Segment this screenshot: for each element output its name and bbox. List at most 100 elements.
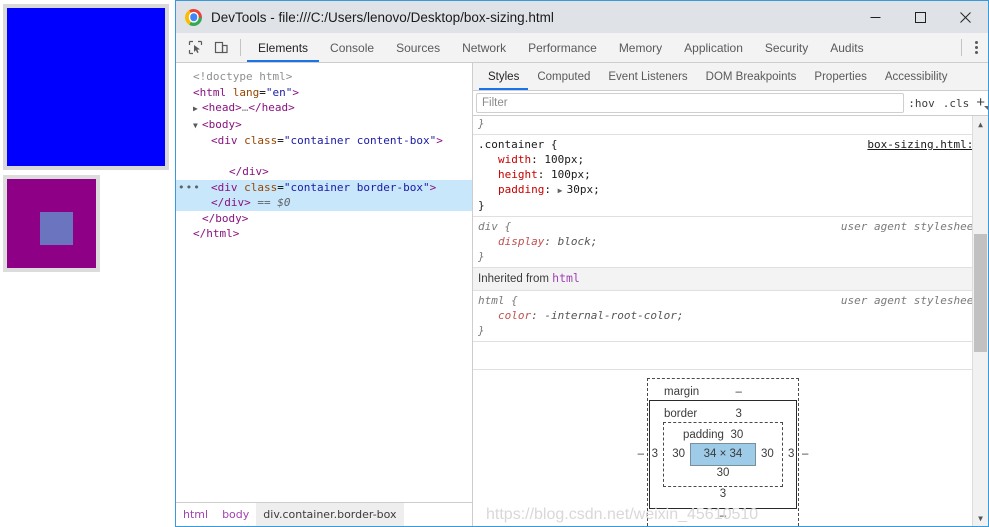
style-declaration-display: display: block; <box>498 235 598 248</box>
tab-elements[interactable]: Elements <box>247 33 320 62</box>
maximize-button[interactable] <box>898 1 943 33</box>
dom-node-line[interactable]: </div> <box>176 164 472 180</box>
tab-event-listeners[interactable]: Event Listeners <box>599 63 696 90</box>
style-declaration-width[interactable]: width: 100px; <box>478 152 988 167</box>
collapsed-children-marker[interactable]: ••• <box>178 180 201 196</box>
style-rule-div-ua: user agent stylesheet div { display: blo… <box>473 217 988 268</box>
dom-node-line[interactable]: <div class="container content-box"> <box>176 133 472 149</box>
tab-sources[interactable]: Sources <box>385 33 451 62</box>
window-controls <box>853 1 988 33</box>
panel-tabs: Elements Console Sources Network Perform… <box>247 33 875 62</box>
window-title: DevTools - file:///C:/Users/lenovo/Deskt… <box>211 9 554 25</box>
dom-node-line[interactable]: ▼ <body> <box>176 117 472 134</box>
dom-node-line[interactable]: ••• <div class="container border-box"> <box>176 179 472 196</box>
dom-tree-pane: <!doctype html> <html lang="en"> ▶ <head>…<… <box>176 63 473 526</box>
tab-security[interactable]: Security <box>754 33 819 62</box>
inherited-source-tag[interactable]: html <box>552 271 580 285</box>
style-declaration-height[interactable]: height: 100px; <box>478 167 988 182</box>
breadcrumb-item-body[interactable]: body <box>215 503 256 526</box>
dom-node-line[interactable]: ▶ <head>…</head> <box>176 100 472 117</box>
devtools-body: <!doctype html> <html lang="en"> ▶ <head>…<… <box>176 63 988 526</box>
dom-node-line[interactable]: <html lang="en"> <box>176 85 472 101</box>
box-model-border-label: border <box>664 408 698 420</box>
close-button[interactable] <box>943 1 988 33</box>
devtools-main-tabbar: Elements Console Sources Network Perform… <box>176 33 988 63</box>
box-model-border-bottom[interactable]: 3 <box>720 487 726 502</box>
style-rule-container[interactable]: box-sizing.html:9 .container { width: 10… <box>473 135 988 217</box>
declaration-value[interactable]: 100px; <box>544 153 584 166</box>
box-model-padding-layer[interactable]: padding 30 30 34 × 34 30 30 <box>663 422 783 487</box>
tab-accessibility[interactable]: Accessibility <box>876 63 957 90</box>
style-rule-origin-link[interactable]: box-sizing.html:9 <box>867 137 980 152</box>
screenshot-root: DevTools - file:///C:/Users/lenovo/Deskt… <box>0 0 989 527</box>
box-model-border-left[interactable]: 3 <box>647 447 663 462</box>
declaration-value[interactable]: 30px; <box>567 183 600 196</box>
declaration-name: width <box>498 153 532 166</box>
main-tabbar-right <box>961 33 988 62</box>
tab-performance[interactable]: Performance <box>517 33 608 62</box>
new-style-rule-button[interactable]: + <box>973 94 988 113</box>
kebab-menu-icon[interactable] <box>964 33 988 62</box>
toggle-hover-state-button[interactable]: :hov <box>904 97 939 110</box>
toolbar-separator-right <box>961 39 962 56</box>
box-model-padding-label: padding <box>683 429 724 441</box>
inspect-element-icon[interactable] <box>182 40 208 55</box>
declaration-name: color <box>498 309 532 322</box>
box-model-border-top[interactable]: 3 <box>735 407 741 422</box>
tool-icon-group <box>176 33 247 62</box>
tab-computed[interactable]: Computed <box>528 63 599 90</box>
tab-network[interactable]: Network <box>451 33 517 62</box>
dom-node-line[interactable]: <!doctype html> <box>176 69 472 85</box>
breadcrumb-item-div-container-border-box[interactable]: div.container.border-box <box>256 503 404 526</box>
border-box-div[interactable] <box>3 175 100 272</box>
box-model-border-right[interactable]: 3 <box>783 447 799 462</box>
title-bar: DevTools - file:///C:/Users/lenovo/Deskt… <box>176 1 988 33</box>
tab-memory[interactable]: Memory <box>608 33 673 62</box>
content-box-div[interactable] <box>3 4 169 170</box>
scrollbar-thumb[interactable] <box>974 234 987 352</box>
minimize-button[interactable] <box>853 1 898 33</box>
breadcrumb: html body div.container.border-box <box>176 502 472 526</box>
dom-node-line[interactable]: </div> == $0 <box>176 195 472 211</box>
scroll-down-arrow-icon[interactable]: ▼ <box>973 510 988 526</box>
tab-dom-breakpoints[interactable]: DOM Breakpoints <box>697 63 806 90</box>
dom-tree[interactable]: <!doctype html> <html lang="en"> ▶ <head>…<… <box>176 63 472 502</box>
scroll-up-arrow-icon[interactable]: ▲ <box>973 116 988 132</box>
box-model-padding-left[interactable]: 30 <box>667 447 690 462</box>
box-model-content-box[interactable]: 34 × 34 <box>690 443 756 466</box>
tab-console[interactable]: Console <box>319 33 385 62</box>
tab-audits[interactable]: Audits <box>819 33 874 62</box>
box-model-padding-right[interactable]: 30 <box>756 447 779 462</box>
box-model-margin-top[interactable]: – <box>735 385 741 400</box>
dom-node-line[interactable] <box>176 149 472 165</box>
disclosure-triangle-icon[interactable]: ▶ <box>193 101 202 117</box>
tab-properties[interactable]: Properties <box>805 63 875 90</box>
box-model-padding-bottom[interactable]: 30 <box>717 466 730 481</box>
border-box-content-area <box>40 212 73 245</box>
partial-close-brace: } <box>478 117 485 130</box>
toggle-element-classes-button[interactable]: .cls <box>939 97 974 110</box>
tab-styles[interactable]: Styles <box>479 63 529 90</box>
style-rule-origin: user agent stylesheet <box>840 220 980 233</box>
chevron-right-icon[interactable]: ▶ <box>558 183 567 198</box>
styles-filter-input[interactable] <box>476 93 905 113</box>
tab-application[interactable]: Application <box>673 33 754 62</box>
box-model-margin-layer[interactable]: margin – – border 3 3 padding 30 30 34 ×… <box>638 378 808 526</box>
style-declaration-padding[interactable]: padding: ▶ 30px; <box>478 182 988 198</box>
styles-vertical-scrollbar[interactable]: ▲ ▼ <box>972 116 988 526</box>
inherited-label: Inherited from <box>478 273 553 285</box>
dom-node-line[interactable]: </body> <box>176 211 472 227</box>
declaration-name: display <box>498 235 545 248</box>
box-model-border-layer[interactable]: border 3 3 padding 30 30 34 × 34 30 30 3… <box>649 400 797 509</box>
dom-node-line[interactable]: </html> <box>176 226 472 242</box>
box-model-margin-right[interactable]: – <box>797 447 813 462</box>
device-toolbar-icon[interactable] <box>208 40 234 55</box>
styles-sidebar-pane: Styles Computed Event Listeners DOM Brea… <box>473 63 988 526</box>
declaration-value[interactable]: 100px; <box>551 168 591 181</box>
styles-rules-area: } box-sizing.html:9 .container { width: … <box>473 116 988 526</box>
box-model-padding-top[interactable]: 30 <box>730 428 743 443</box>
breadcrumb-item-html[interactable]: html <box>176 503 215 526</box>
chrome-logo-icon <box>185 8 202 26</box>
disclosure-triangle-icon[interactable]: ▼ <box>193 118 202 134</box>
box-model-margin-bottom[interactable]: – <box>720 509 726 524</box>
